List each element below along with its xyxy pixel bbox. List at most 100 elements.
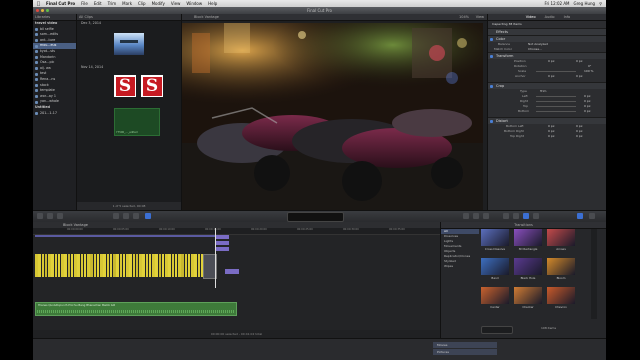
video-clip[interactable]: [80, 254, 83, 277]
video-clip[interactable]: [93, 254, 96, 277]
video-clip[interactable]: [155, 254, 158, 277]
anchor-y[interactable]: 0 px: [576, 74, 583, 79]
view-menu[interactable]: View: [476, 14, 484, 20]
video-clip[interactable]: [74, 254, 77, 277]
section-transform[interactable]: Transform: [488, 52, 606, 59]
video-clip[interactable]: [119, 254, 122, 277]
timecode-display[interactable]: [287, 212, 344, 222]
video-clip[interactable]: [168, 254, 171, 277]
video-clip[interactable]: [152, 254, 155, 277]
connected-clip[interactable]: [225, 269, 239, 274]
video-clip[interactable]: [194, 254, 197, 277]
video-clip[interactable]: [109, 254, 113, 277]
video-clip[interactable]: [161, 254, 165, 277]
menu-file[interactable]: File: [81, 1, 88, 6]
section-color[interactable]: Color: [488, 35, 606, 42]
tab-info[interactable]: Info: [564, 14, 571, 20]
transitions-browser-button[interactable]: [523, 213, 529, 219]
date-group-dec[interactable]: Dec 3, 2014: [77, 21, 181, 26]
video-clip[interactable]: [184, 254, 187, 277]
transitions-scrollbar[interactable]: [591, 229, 597, 319]
keyword-button[interactable]: [47, 213, 53, 219]
apple-menu-icon[interactable]: : [37, 1, 40, 7]
video-clip[interactable]: [100, 254, 103, 277]
video-clip[interactable]: [129, 254, 132, 277]
video-clip[interactable]: [113, 254, 116, 277]
photos-button[interactable]: [483, 213, 489, 219]
video-clip[interactable]: [103, 254, 106, 277]
video-clip[interactable]: [38, 254, 41, 277]
video-clip[interactable]: [70, 254, 74, 277]
menu-help[interactable]: Help: [208, 1, 217, 6]
audio-clip[interactable]: Hrenes Qunlutlqcunrh Prol Su Bang Bhanac…: [35, 302, 237, 316]
generators-button[interactable]: [513, 213, 519, 219]
crop-enabled-checkbox[interactable]: [490, 84, 493, 88]
distort-enabled-checkbox[interactable]: [490, 119, 493, 123]
video-clip[interactable]: [83, 254, 87, 277]
menu-window[interactable]: Window: [186, 1, 202, 6]
video-clip[interactable]: [126, 254, 129, 277]
crop-bottom-value[interactable]: 0 px: [584, 109, 591, 114]
transition-thumbnail[interactable]: [547, 229, 575, 246]
video-clip[interactable]: [51, 254, 54, 277]
anchor-x[interactable]: 0 px: [548, 74, 555, 79]
primary-storyline[interactable]: [35, 222, 215, 302]
video-clip[interactable]: [54, 254, 57, 277]
browser-header[interactable]: All Clips: [77, 14, 181, 21]
crop-bottom-slider[interactable]: [536, 111, 576, 112]
transition-thumbnail[interactable]: [481, 287, 509, 304]
enhance-button[interactable]: [57, 213, 63, 219]
minimize-window-icon[interactable]: [41, 9, 44, 12]
menu-view[interactable]: View: [171, 1, 181, 6]
connected-clip[interactable]: [216, 241, 229, 245]
video-clip[interactable]: [132, 254, 135, 277]
video-frame[interactable]: [182, 23, 483, 211]
video-clip[interactable]: [87, 254, 90, 277]
video-clip[interactable]: [191, 254, 194, 277]
clip-thumbnail-s2[interactable]: S: [141, 75, 163, 97]
user-name[interactable]: Greg Hung: [574, 1, 596, 6]
transform-enabled-checkbox[interactable]: [490, 54, 493, 58]
video-clip[interactable]: [148, 254, 152, 277]
video-clip[interactable]: [116, 254, 119, 277]
import-button[interactable]: [37, 213, 43, 219]
video-clip[interactable]: [158, 254, 161, 277]
transition-thumbnail[interactable]: [514, 258, 542, 275]
section-distort[interactable]: Distort: [488, 117, 606, 124]
video-clip[interactable]: [61, 254, 64, 277]
video-clip[interactable]: [77, 254, 80, 277]
video-clip[interactable]: [106, 254, 109, 277]
transition-thumbnail[interactable]: [481, 229, 509, 246]
clip-thumbnail-sky[interactable]: [114, 33, 144, 55]
dock-item-movies[interactable]: Movies: [433, 342, 497, 348]
insert-clip-button[interactable]: [123, 213, 129, 219]
category-wipes[interactable]: Wipes: [441, 264, 479, 269]
video-clip[interactable]: [187, 254, 191, 277]
menu-modify[interactable]: Modify: [152, 1, 165, 6]
menu-edit[interactable]: Edit: [94, 1, 102, 6]
video-clip[interactable]: [57, 254, 61, 277]
video-clip[interactable]: [122, 254, 126, 277]
app-menu[interactable]: Final Cut Pro: [46, 1, 75, 6]
inspector-toggle-button[interactable]: [577, 213, 583, 219]
effects-browser-button[interactable]: [473, 213, 479, 219]
share-button[interactable]: [589, 213, 595, 219]
top-right-y[interactable]: 0 px: [576, 134, 583, 139]
playhead[interactable]: [215, 228, 216, 288]
video-clip[interactable]: [90, 254, 93, 277]
transition-thumbnail[interactable]: [514, 229, 542, 246]
section-effects[interactable]: Effects: [488, 28, 606, 35]
video-clip[interactable]: [165, 254, 168, 277]
color-enabled-checkbox[interactable]: [490, 37, 493, 41]
video-clip[interactable]: [41, 254, 44, 277]
titles-button[interactable]: [503, 213, 509, 219]
crop-top-slider[interactable]: [536, 106, 576, 107]
zoom-window-icon[interactable]: [46, 9, 49, 12]
transition-thumbnail[interactable]: [547, 258, 575, 275]
themes-button[interactable]: [533, 213, 539, 219]
zoom-level[interactable]: 104%: [459, 14, 469, 20]
crop-right-slider[interactable]: [536, 101, 576, 102]
transition-thumbnail[interactable]: [514, 287, 542, 304]
video-clip[interactable]: [178, 254, 181, 277]
tab-audio[interactable]: Audio: [545, 14, 555, 20]
